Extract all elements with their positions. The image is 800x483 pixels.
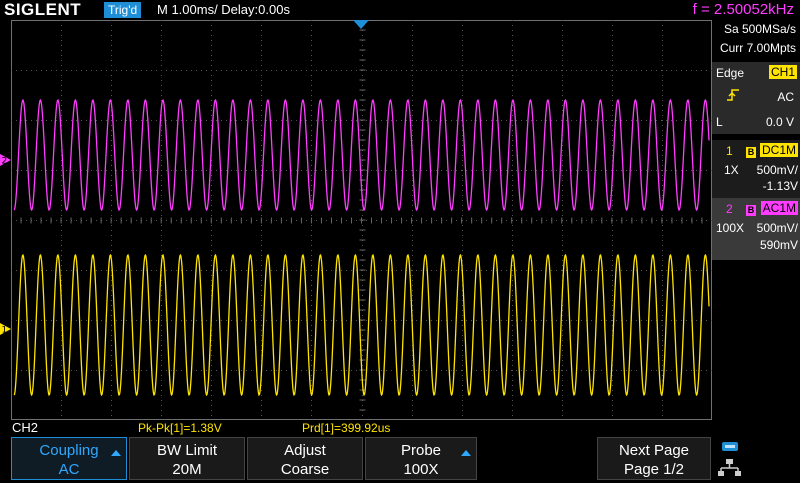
probe-softkey-title: Probe <box>400 442 442 459</box>
next-page-softkey-title: Next Page <box>618 442 690 459</box>
adjust-softkey-value: Coarse <box>280 461 330 478</box>
ch2-marker-label: 2 <box>2 157 8 167</box>
ch2-offset: 590mV <box>759 238 798 252</box>
rising-edge-icon <box>727 89 739 101</box>
ch2-probe: 100X <box>716 221 745 235</box>
trigger-level-label: L <box>716 115 723 129</box>
ch1-coupling: DC1M <box>759 143 798 157</box>
trigger-info-box[interactable]: Edge CH1 AC L 0.0 V <box>712 62 800 134</box>
chevron-up-icon <box>461 450 471 456</box>
ch2-marker-icon: 2 <box>0 154 11 166</box>
next-page-softkey-value: Page 1/2 <box>623 461 685 478</box>
status-icons <box>718 440 742 478</box>
bw-limit-softkey-title: BW Limit <box>157 442 217 459</box>
ch1-marker-label: 1 <box>2 326 8 336</box>
trigger-coupling: AC <box>777 90 794 104</box>
network-icon <box>718 459 741 476</box>
ch1-waveform <box>13 253 710 397</box>
trigger-status-badge: Trig'd <box>104 2 142 18</box>
right-info-panel: Sa 500MSa/s Curr 7.00Mpts Edge CH1 AC L … <box>712 20 800 420</box>
chevron-up-icon <box>111 450 121 456</box>
coupling-softkey-title: Coupling <box>39 442 99 459</box>
ch1-number: 1 <box>726 144 733 158</box>
active-channel-label: CH2 <box>12 420 39 435</box>
probe-softkey[interactable]: Probe 100X <box>365 437 477 480</box>
timebase-readout: M 1.00ms/ Delay:0.00s <box>157 2 290 17</box>
ch2-bw-limit-badge: B <box>746 205 756 216</box>
coupling-softkey[interactable]: Coupling AC <box>11 437 127 480</box>
trigger-type: Edge <box>716 66 745 80</box>
pkpk-measurement: Pk-Pk[1]=1.38V <box>138 421 222 435</box>
waveform-graticule <box>11 20 712 420</box>
adjust-softkey-title: Adjust <box>284 442 326 459</box>
trigger-level: 0.0 V <box>765 115 794 129</box>
trigger-position-icon[interactable] <box>353 20 369 29</box>
sample-rate: Sa 500MSa/s <box>723 22 796 36</box>
ch1-info-box[interactable]: 1 B DC1M 1X 500mV/ -1.13V <box>712 140 800 200</box>
bw-limit-softkey[interactable]: BW Limit 20M <box>129 437 245 480</box>
bw-limit-softkey-value: 20M <box>172 461 202 478</box>
trigger-source: CH1 <box>768 65 797 79</box>
ch1-marker-icon: 1 <box>0 323 11 335</box>
period-measurement: Prd[1]=399.92us <box>302 421 391 435</box>
frequency-readout: f = 2.50052kHz <box>692 1 794 18</box>
next-page-softkey[interactable]: Next Page Page 1/2 <box>597 437 711 480</box>
softkey-menu: Coupling AC BW Limit 20M Adjust Coarse P… <box>0 437 800 480</box>
ch2-waveform <box>13 99 710 211</box>
adjust-softkey[interactable]: Adjust Coarse <box>247 437 363 480</box>
probe-softkey-value: 100X <box>403 461 439 478</box>
ch2-coupling: AC1M <box>760 201 798 215</box>
ch1-scale: 500mV/ <box>756 163 798 177</box>
ch1-bw-limit-badge: B <box>746 147 756 158</box>
measurement-bar: CH2 Pk-Pk[1]=1.38V Prd[1]=399.92us <box>0 420 712 436</box>
brand-logo: SIGLENT <box>4 0 82 19</box>
ch1-probe: 1X <box>724 163 739 177</box>
ch2-scale: 500mV/ <box>756 221 798 235</box>
ch2-info-box[interactable]: 2 B AC1M 100X 500mV/ 590mV <box>712 198 800 260</box>
coupling-softkey-value: AC <box>58 461 80 478</box>
ch1-offset: -1.13V <box>762 179 798 193</box>
memory-depth: Curr 7.00Mpts <box>719 41 796 55</box>
top-status-bar: SIGLENT Trig'd M 1.00ms/ Delay:0.00s f =… <box>0 0 800 20</box>
ch2-number: 2 <box>726 202 733 216</box>
waveform-display[interactable] <box>11 20 712 420</box>
